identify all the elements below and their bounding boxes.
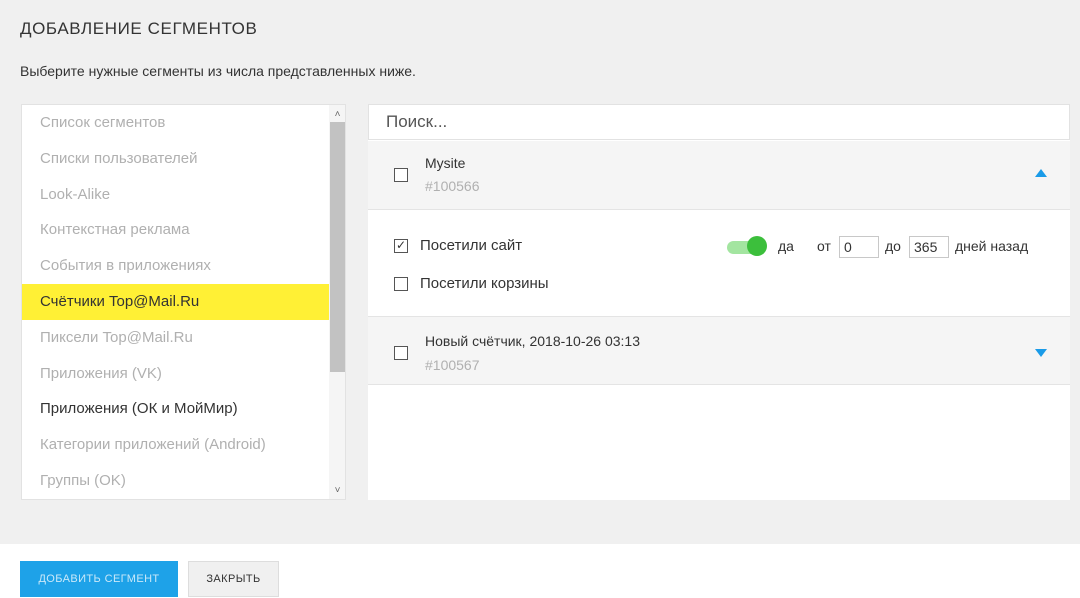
category-item-top-mail-pixels[interactable]: Пиксели Top@Mail.Ru [22, 320, 330, 356]
to-days-input[interactable]: 365 [909, 236, 949, 258]
segment-name: Новый счётчик, 2018-10-26 03:13 [425, 333, 640, 349]
category-item-user-lists[interactable]: Списки пользователей [22, 141, 330, 177]
scroll-up-icon[interactable]: ˄ [329, 107, 345, 123]
segment-rules: ✓ Посетили сайт да от 0 до 365 дней наза… [368, 211, 1070, 316]
toggle-knob [747, 236, 767, 256]
segment-name: Mysite [425, 155, 466, 171]
scrollbar-thumb[interactable] [330, 122, 345, 372]
category-item-look-alike[interactable]: Look-Alike [22, 177, 330, 213]
segment-checkbox[interactable] [394, 346, 408, 360]
category-item-top-mail-counters[interactable]: Счётчики Top@Mail.Ru [22, 283, 330, 320]
rule-checkbox-visited-carts[interactable] [394, 277, 408, 291]
category-item-app-events[interactable]: События в приложениях [22, 248, 330, 284]
category-list-panel: Список сегментов Списки пользователей Lo… [21, 104, 346, 500]
category-item-apps-vk[interactable]: Приложения (VK) [22, 356, 330, 392]
category-item-groups-ok[interactable]: Группы (OK) [22, 463, 330, 499]
segment-id: #100567 [425, 357, 480, 373]
segment-header-new-counter[interactable]: Новый счётчик, 2018-10-26 03:13 #100567 [368, 316, 1070, 385]
rule-label-visited-site: Посетили сайт [420, 237, 523, 254]
category-item-apps-ok-mymir[interactable]: Приложения (ОК и МойМир) [22, 391, 330, 427]
scroll-down-icon[interactable]: ˅ [329, 483, 345, 499]
rule-checkbox-visited-site[interactable]: ✓ [394, 239, 408, 253]
dialog-footer: ДОБАВИТЬ СЕГМЕНТ ЗАКРЫТЬ [0, 544, 1080, 598]
days-ago-label: дней назад [955, 238, 1029, 254]
segment-header-mysite[interactable]: Mysite #100566 [368, 141, 1070, 210]
segments-panel: Mysite #100566 ✓ Посетили сайт да от 0 д… [368, 104, 1070, 500]
segment-id: #100566 [425, 178, 480, 194]
category-list: Список сегментов Списки пользователей Lo… [22, 105, 330, 499]
collapse-arrow-icon[interactable] [1035, 169, 1047, 177]
to-label: до [885, 238, 901, 254]
search-input[interactable] [368, 104, 1070, 140]
rule-label-visited-carts: Посетили корзины [420, 275, 549, 292]
category-list-scrollbar[interactable]: ˄ ˅ [329, 105, 345, 499]
category-item-segment-lists[interactable]: Список сегментов [22, 105, 330, 141]
segment-checkbox[interactable] [394, 168, 408, 182]
dialog-subtitle: Выберите нужные сегменты из числа предст… [20, 63, 416, 79]
toggle-label: да [778, 238, 794, 254]
from-days-input[interactable]: 0 [839, 236, 879, 258]
category-item-app-categories-android[interactable]: Категории приложений (Android) [22, 427, 330, 463]
from-label: от [817, 238, 831, 254]
close-button[interactable]: ЗАКРЫТЬ [188, 561, 279, 597]
add-segment-button[interactable]: ДОБАВИТЬ СЕГМЕНТ [20, 561, 178, 597]
expand-arrow-icon[interactable] [1035, 349, 1047, 357]
rule-toggle[interactable] [727, 236, 769, 258]
category-item-context-ads[interactable]: Контекстная реклама [22, 212, 330, 248]
dialog-title: ДОБАВЛЕНИЕ СЕГМЕНТОВ [20, 19, 258, 38]
